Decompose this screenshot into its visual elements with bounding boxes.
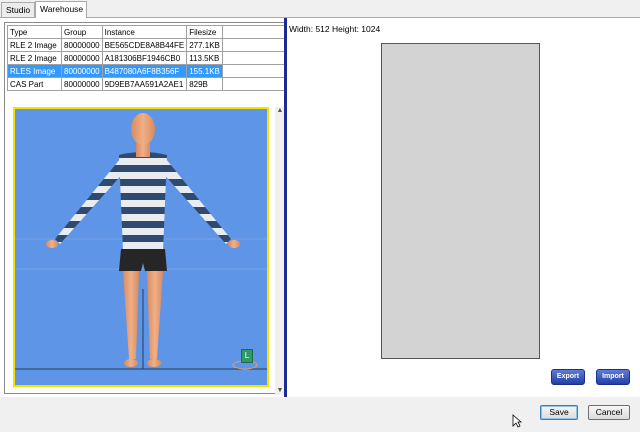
tab-bar: Studio Warehouse bbox=[0, 0, 640, 18]
image-dimensions: Width: 512 Height: 1024 bbox=[289, 24, 381, 34]
cell-type: RLES Image bbox=[7, 64, 62, 78]
column-header-filler bbox=[221, 25, 285, 39]
cell-instance: 9D9EB7AA591A2AE1 bbox=[101, 77, 188, 91]
table-header-row: Type Group Instance Filesize bbox=[7, 25, 285, 39]
cell-group: 80000000 bbox=[61, 38, 103, 52]
model-preview[interactable]: L bbox=[13, 107, 269, 387]
cell-group: 80000000 bbox=[61, 64, 103, 78]
table-row-selected[interactable]: RLES Image 80000000 B487080A6F8B356F 155… bbox=[7, 64, 285, 78]
cell-group: 80000000 bbox=[61, 77, 103, 91]
cancel-button[interactable]: Cancel bbox=[588, 405, 630, 420]
cell-filesize: 829B bbox=[186, 77, 223, 91]
export-button[interactable]: Export bbox=[551, 369, 585, 385]
table-row[interactable]: RLE 2 Image 80000000 A181306BF1946CB0 11… bbox=[7, 51, 285, 65]
column-header-filesize[interactable]: Filesize bbox=[186, 25, 223, 39]
cell-filler bbox=[221, 64, 285, 78]
column-header-instance[interactable]: Instance bbox=[101, 25, 188, 39]
save-button[interactable]: Save bbox=[540, 405, 578, 420]
cell-filesize: 155.1KB bbox=[186, 64, 223, 78]
cell-type: RLE 2 Image bbox=[7, 38, 62, 52]
cell-filler bbox=[221, 77, 285, 91]
column-header-group[interactable]: Group bbox=[61, 25, 103, 39]
cell-type: RLE 2 Image bbox=[7, 51, 62, 65]
cell-filesize: 277.1KB bbox=[186, 38, 223, 52]
panel-splitter[interactable] bbox=[284, 18, 287, 398]
scroll-up-icon[interactable]: ▲ bbox=[276, 107, 284, 115]
cell-instance: A181306BF1946CB0 bbox=[101, 51, 188, 65]
tab-warehouse-label: Warehouse bbox=[40, 4, 84, 14]
cell-filesize: 113.5KB bbox=[186, 51, 223, 65]
scroll-down-icon[interactable]: ▼ bbox=[276, 387, 284, 395]
table-row[interactable]: CAS Part 80000000 9D9EB7AA591A2AE1 829B bbox=[7, 77, 285, 91]
cell-filler bbox=[221, 51, 285, 65]
cell-instance: B487080A6F8B356F bbox=[101, 64, 188, 78]
warehouse-panel: Type Group Instance Filesize RLE 2 Image… bbox=[0, 17, 640, 398]
texture-preview bbox=[381, 43, 540, 359]
resource-panel: Type Group Instance Filesize RLE 2 Image… bbox=[4, 22, 286, 395]
l-badge: L bbox=[241, 349, 253, 363]
cell-group: 80000000 bbox=[61, 51, 103, 65]
table-row[interactable]: RLE 2 Image 80000000 BE565CDE8A8B44FE 27… bbox=[7, 38, 285, 52]
cell-type: CAS Part bbox=[7, 77, 62, 91]
dialog-footer: Save Cancel bbox=[0, 397, 640, 432]
cell-instance: BE565CDE8A8B44FE bbox=[101, 38, 188, 52]
resource-table: Type Group Instance Filesize RLE 2 Image… bbox=[7, 25, 285, 91]
import-button[interactable]: Import bbox=[596, 369, 630, 385]
tab-warehouse[interactable]: Warehouse bbox=[35, 1, 87, 18]
mouse-cursor-icon bbox=[512, 414, 522, 428]
tab-studio-label: Studio bbox=[6, 5, 31, 15]
sim-model-render bbox=[15, 113, 267, 370]
tab-studio[interactable]: Studio bbox=[1, 2, 35, 17]
column-header-type[interactable]: Type bbox=[7, 25, 62, 39]
cell-filler bbox=[221, 38, 285, 52]
